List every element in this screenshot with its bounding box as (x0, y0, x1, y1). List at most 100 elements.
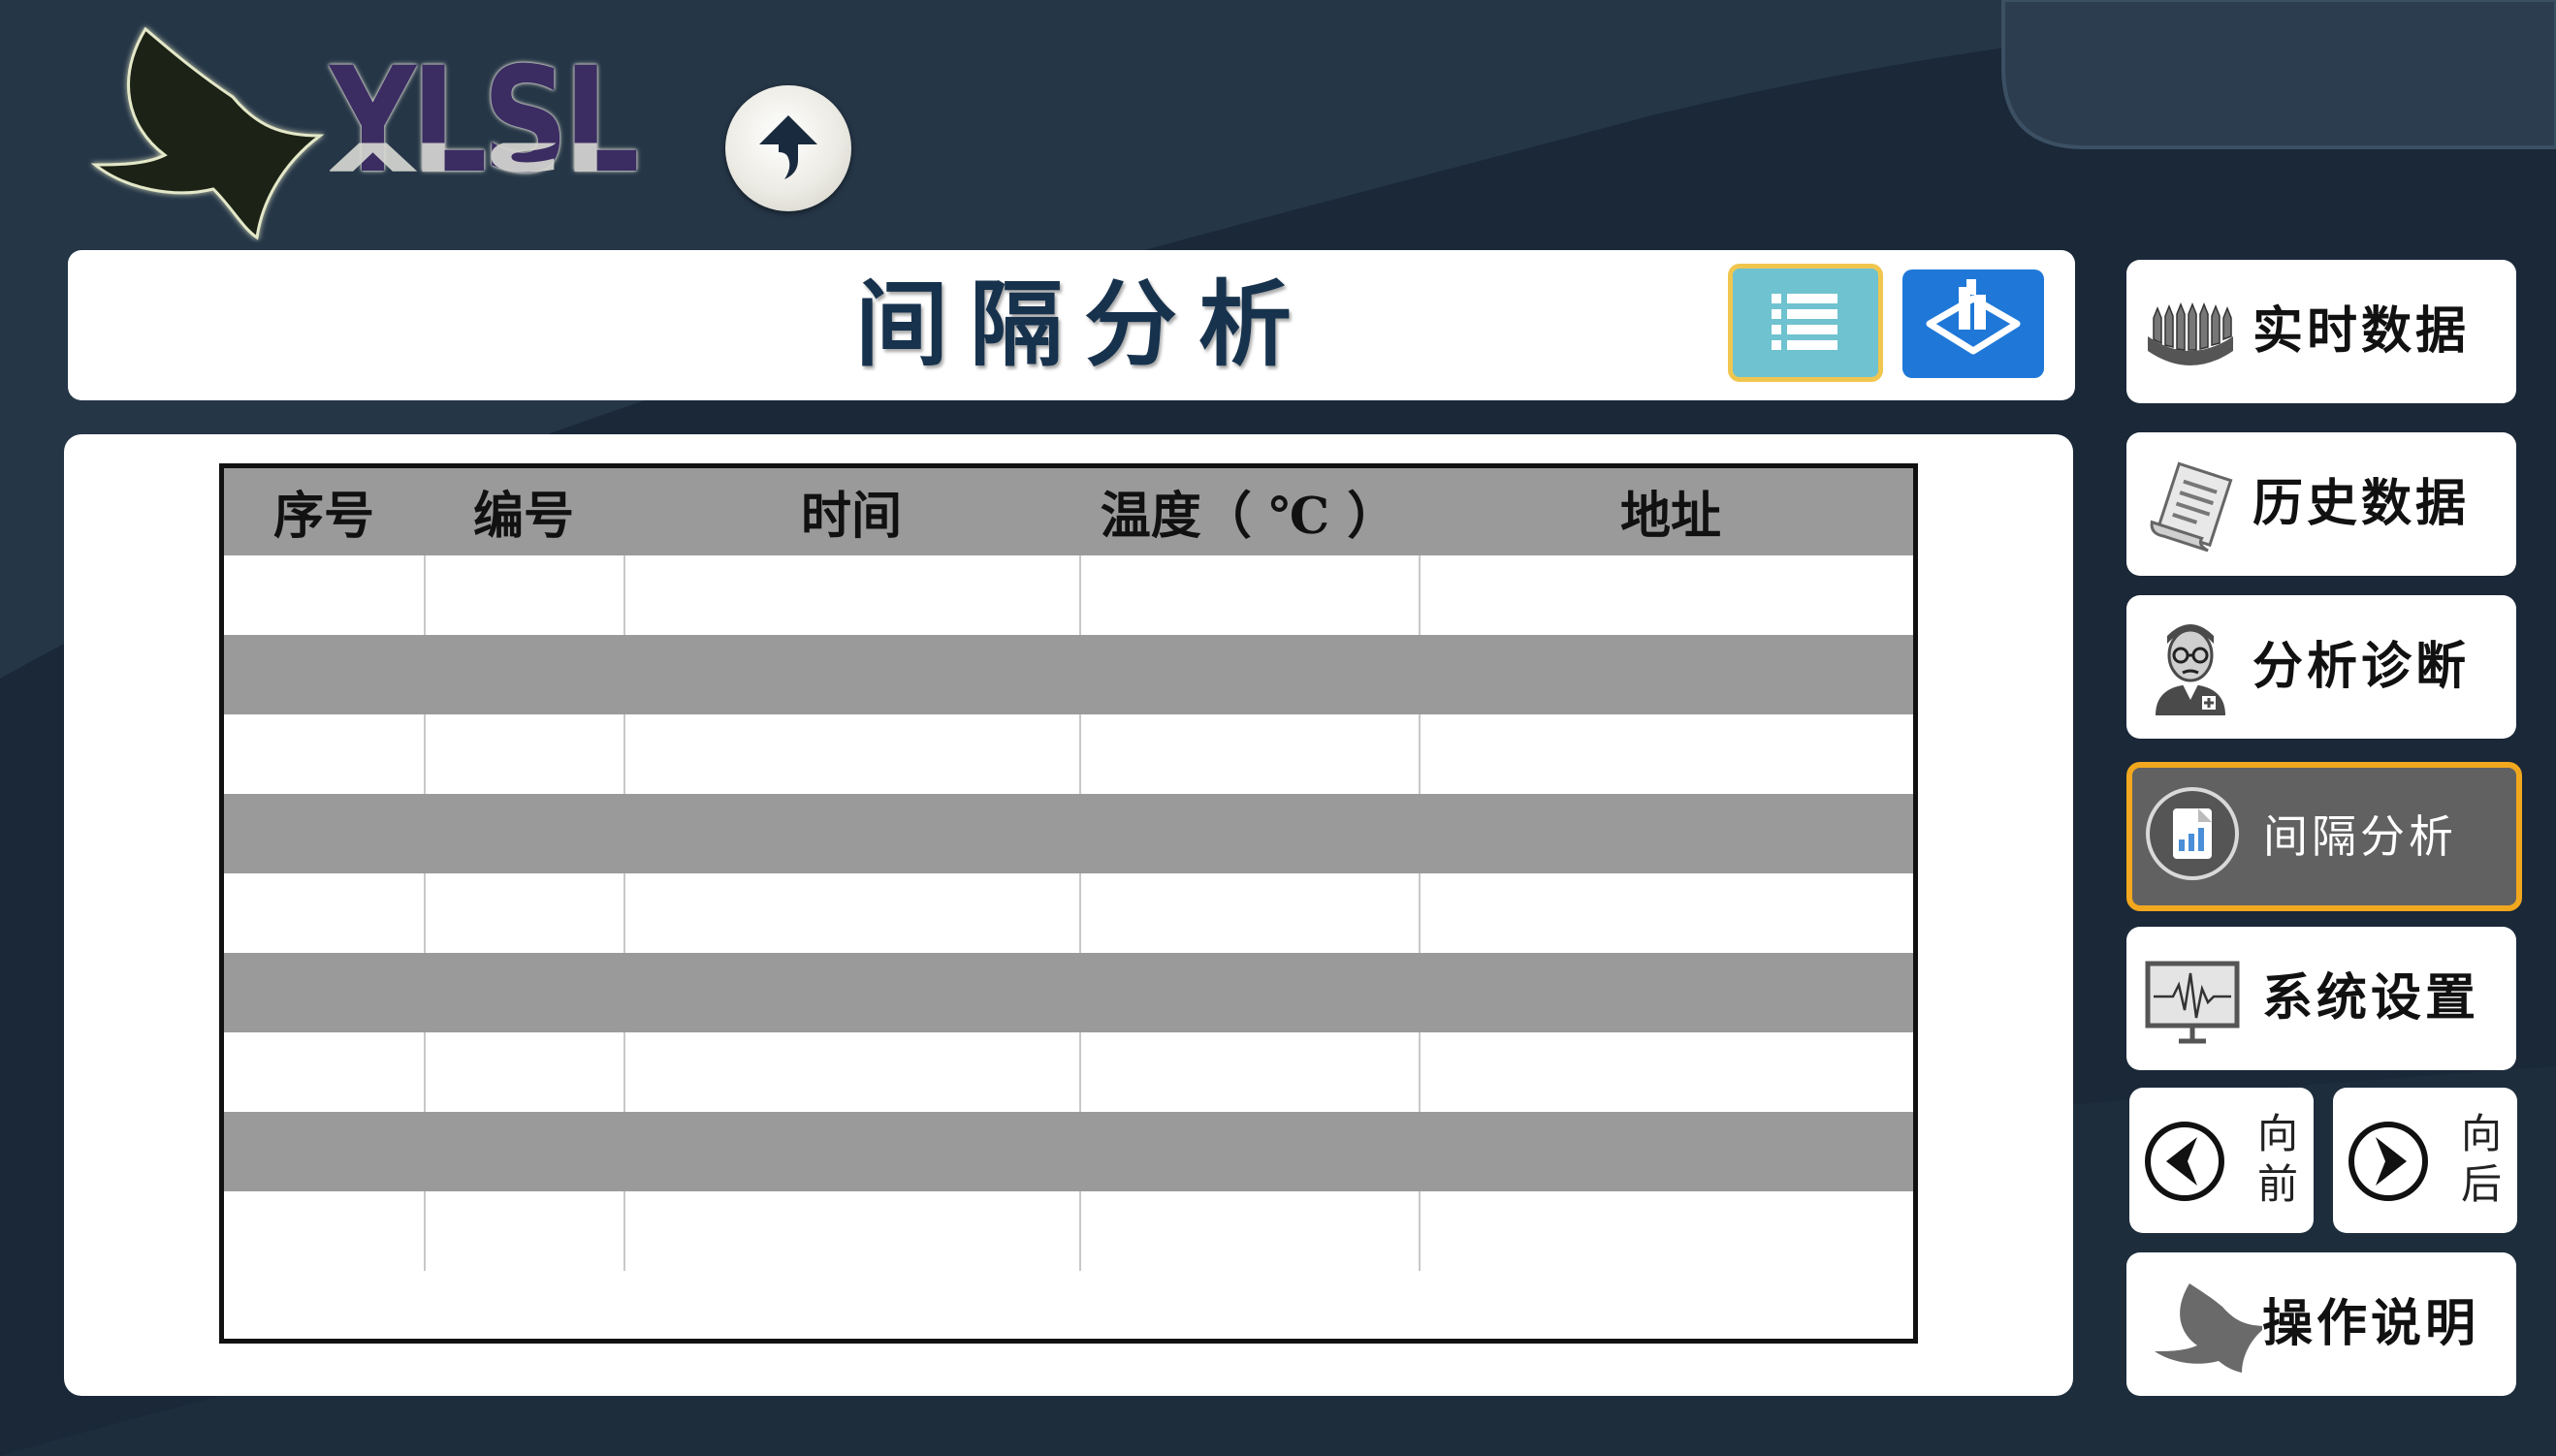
table-cell (424, 953, 623, 1032)
table-cell (623, 794, 1079, 873)
sidebar-item-label: 系统设置 (2262, 969, 2480, 1028)
column-divider (1419, 714, 1421, 794)
sidebar-item-label: 实时数据 (2252, 302, 2471, 361)
list-icon (1772, 294, 1837, 350)
column-divider (1079, 1191, 1081, 1271)
column-header-time: 时间 (800, 487, 902, 546)
3d-view-button[interactable] (1902, 269, 2044, 378)
prev-button[interactable]: 向前 (2129, 1088, 2314, 1233)
column-divider (623, 1032, 625, 1112)
column-divider (424, 714, 426, 794)
table-cell (424, 794, 623, 873)
table-cell (1079, 555, 1419, 635)
interval-table: 序号 编号 时间 温度（ ℃ ） 地址 (219, 463, 1918, 1344)
table-cell (224, 873, 424, 953)
table-cell (1419, 953, 1913, 1032)
pencils-icon (2148, 301, 2233, 365)
column-divider (1079, 555, 1081, 635)
table-cell (224, 1112, 424, 1191)
table-cell (224, 953, 424, 1032)
help-button[interactable]: 操作说明 (2126, 1252, 2516, 1396)
column-header-number: 编号 (472, 487, 574, 546)
table-cell (224, 714, 424, 794)
table-cell (623, 873, 1079, 953)
table-row (224, 635, 1913, 714)
logo-text-reflection: YLSL (330, 143, 635, 180)
table-cell (424, 873, 623, 953)
table-cell (224, 794, 424, 873)
table-cell (623, 1112, 1079, 1191)
table-cell (623, 1032, 1079, 1112)
table-row (224, 1191, 1913, 1271)
sidebar-item-realtime-data[interactable]: 实时数据 (2126, 260, 2516, 403)
building-3d-icon (1926, 279, 2021, 355)
document-scroll-icon (2150, 461, 2233, 553)
help-label: 操作说明 (2262, 1295, 2480, 1353)
column-header-index: 序号 (272, 487, 374, 546)
table-cell (224, 1191, 424, 1271)
table-cell (623, 1191, 1079, 1271)
table-cell (424, 635, 623, 714)
swallow-icon (90, 26, 325, 240)
column-divider (424, 873, 426, 953)
table-cell (424, 1191, 623, 1271)
monitor-waveform-icon (2145, 961, 2240, 1044)
table-cell (623, 714, 1079, 794)
column-header-address: 地址 (1619, 487, 1721, 546)
column-divider (623, 1191, 625, 1271)
table-cell (1079, 873, 1419, 953)
column-header-temperature: 温度（ ℃ ） (1100, 487, 1398, 546)
ylsl-logo: YLSL YLSL (87, 19, 640, 252)
back-arrow-icon (759, 115, 817, 179)
next-button[interactable]: 向后 (2333, 1088, 2517, 1233)
table-cell (1419, 873, 1913, 953)
sidebar-item-interval-analysis[interactable]: 间隔分析 (2126, 762, 2522, 911)
doctor-icon (2156, 624, 2225, 715)
back-button[interactable] (725, 85, 851, 211)
table-cell (1419, 1032, 1913, 1112)
table-cell (224, 1032, 424, 1112)
column-divider (1419, 873, 1421, 953)
table-cell (1419, 635, 1913, 714)
column-divider (623, 555, 625, 635)
table-cell (623, 635, 1079, 714)
table-cell (1419, 555, 1913, 635)
column-divider (1419, 555, 1421, 635)
table-cell (1419, 794, 1913, 873)
table-cell (623, 953, 1079, 1032)
table-cell (623, 555, 1079, 635)
table-cell (424, 714, 623, 794)
table-row (224, 953, 1913, 1032)
table-cell (1079, 1191, 1419, 1271)
table-cell (1079, 714, 1419, 794)
table-row (224, 794, 1913, 873)
sidebar-item-label: 间隔分析 (2263, 810, 2457, 863)
column-divider (623, 714, 625, 794)
bar-chart-document-icon (2146, 787, 2239, 880)
sidebar-item-analysis-diagnosis[interactable]: 分析诊断 (2126, 595, 2516, 739)
table-header: 序号 编号 时间 温度（ ℃ ） 地址 (224, 468, 1913, 555)
table-cell (1419, 1191, 1913, 1271)
column-divider (623, 873, 625, 953)
prev-label: 向前 (2256, 1110, 2298, 1208)
sidebar-item-system-settings[interactable]: 系统设置 (2126, 927, 2516, 1070)
swallow-icon (2155, 1283, 2262, 1373)
column-divider (424, 555, 426, 635)
table-cell (1079, 1112, 1419, 1191)
table-cell (1419, 714, 1913, 794)
table-row (224, 873, 1913, 953)
column-divider (1079, 714, 1081, 794)
table-row (224, 1032, 1913, 1112)
column-divider (1419, 1032, 1421, 1112)
column-divider (1079, 1032, 1081, 1112)
table-cell (1079, 1032, 1419, 1112)
column-divider (1419, 1191, 1421, 1271)
table-cell (1079, 635, 1419, 714)
column-divider (424, 1032, 426, 1112)
table-cell (1079, 953, 1419, 1032)
table-cell (1419, 1112, 1913, 1191)
table-cell (224, 635, 424, 714)
list-view-button[interactable] (1728, 264, 1883, 382)
sidebar-item-history-data[interactable]: 历史数据 (2126, 432, 2516, 576)
chevron-left-icon (2145, 1122, 2224, 1201)
